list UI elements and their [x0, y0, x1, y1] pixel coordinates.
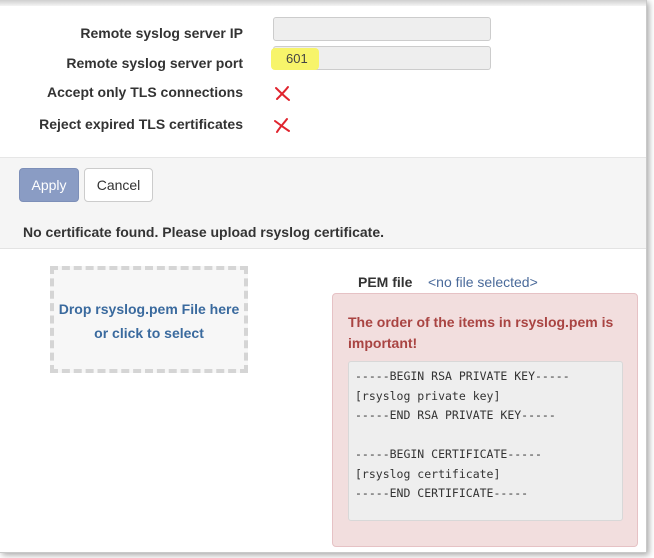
remote-port-value: 601 — [286, 51, 308, 66]
certificate-notice: No certificate found. Please upload rsys… — [0, 213, 646, 249]
window-top-edge — [0, 0, 646, 6]
button-bar: Apply Cancel — [0, 157, 646, 214]
tls-only-label: Accept only TLS connections — [46, 84, 243, 100]
settings-panel: Remote syslog server IP Remote syslog se… — [0, 0, 647, 553]
dropzone-line-1: Drop rsyslog.pem File here — [58, 301, 240, 317]
pem-file-label: PEM file — [358, 274, 413, 290]
pem-file-value: <no file selected> — [428, 274, 538, 290]
pem-dropzone[interactable]: Drop rsyslog.pem File here or click to s… — [50, 266, 248, 373]
warning-title: The order of the items in rsyslog.pem is… — [348, 314, 614, 351]
remote-port-label: Remote syslog server port — [66, 55, 243, 71]
reject-expired-label: Reject expired TLS certificates — [39, 116, 243, 132]
cross-icon[interactable] — [273, 117, 291, 135]
remote-ip-label: Remote syslog server IP — [80, 25, 243, 41]
pem-format-example: -----BEGIN RSA PRIVATE KEY----- [rsyslog… — [348, 361, 623, 521]
cross-icon[interactable] — [274, 85, 292, 103]
remote-ip-input[interactable] — [273, 17, 491, 41]
dropzone-line-2: or click to select — [94, 325, 204, 341]
cancel-button[interactable]: Cancel — [84, 168, 153, 202]
apply-button[interactable]: Apply — [19, 168, 79, 202]
pem-order-warning: The order of the items in rsyslog.pem is… — [332, 293, 638, 547]
